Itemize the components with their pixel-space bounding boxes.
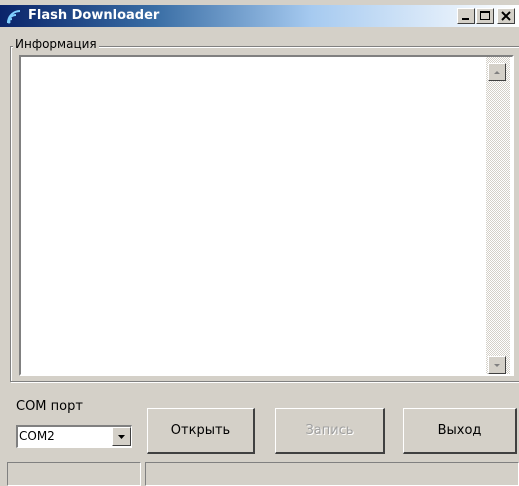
open-button[interactable]: Открыть bbox=[147, 408, 255, 454]
chevron-down-icon bbox=[118, 435, 125, 439]
status-panel-1 bbox=[7, 462, 141, 486]
exit-button[interactable]: Выход bbox=[403, 408, 517, 454]
window-title: Flash Downloader bbox=[28, 8, 160, 23]
scroll-down-button[interactable] bbox=[488, 356, 506, 374]
com-port-dropdown-button[interactable] bbox=[112, 427, 131, 446]
maximize-button[interactable] bbox=[476, 8, 494, 24]
app-icon[interactable] bbox=[6, 9, 22, 25]
close-button[interactable] bbox=[497, 8, 515, 24]
info-group-label: Информация bbox=[13, 36, 99, 52]
arrow-up-icon bbox=[494, 71, 500, 74]
minimize-button[interactable] bbox=[457, 8, 475, 24]
com-port-label: COM порт bbox=[16, 399, 83, 414]
minimize-icon bbox=[462, 18, 469, 20]
log-memo[interactable] bbox=[19, 55, 514, 376]
maximize-icon bbox=[480, 11, 490, 20]
com-port-value: COM2 bbox=[19, 429, 55, 443]
log-scrollbar[interactable] bbox=[486, 57, 510, 374]
status-panel-2 bbox=[145, 462, 519, 486]
close-icon bbox=[501, 11, 511, 21]
arrow-down-icon bbox=[494, 364, 500, 367]
scroll-up-button[interactable] bbox=[488, 63, 506, 81]
write-button[interactable]: Запись bbox=[275, 408, 385, 454]
